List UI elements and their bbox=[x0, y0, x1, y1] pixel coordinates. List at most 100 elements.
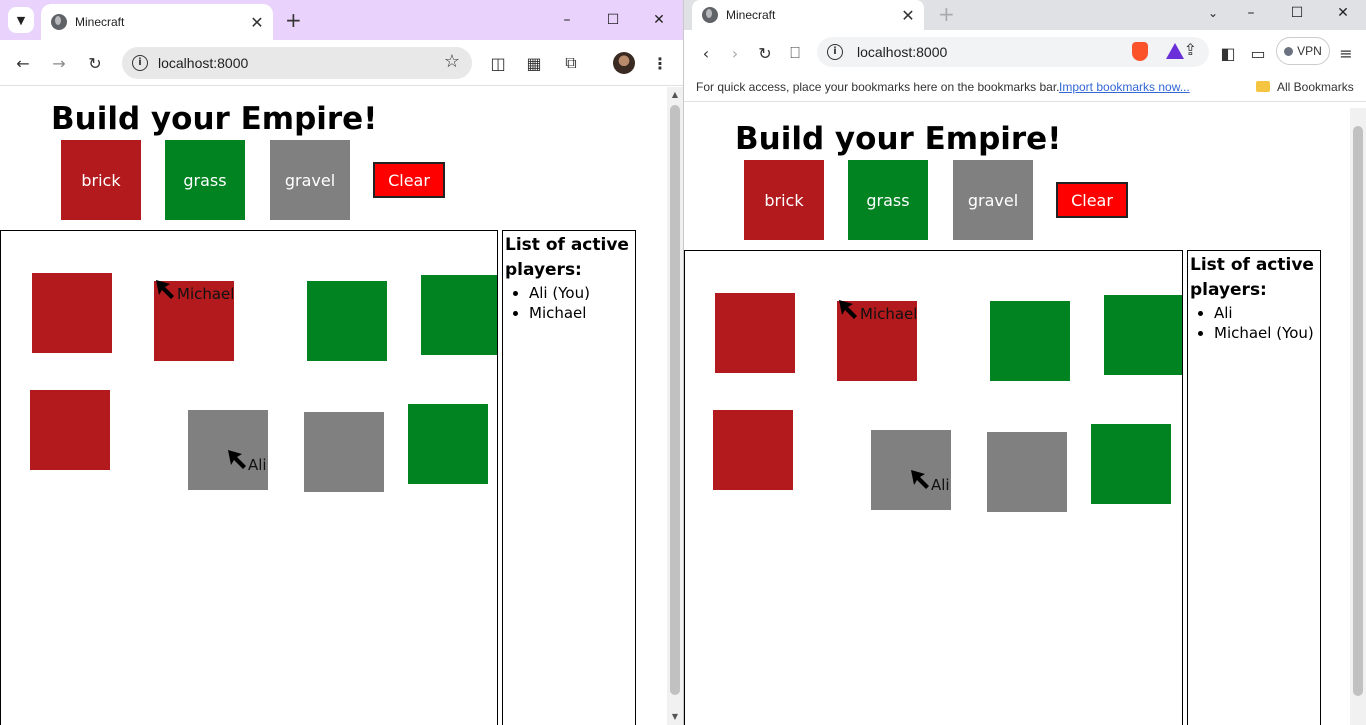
browser-tab[interactable]: Minecraft ✕ bbox=[41, 4, 273, 40]
close-tab-icon[interactable]: ✕ bbox=[898, 6, 918, 25]
grass-button[interactable]: grass bbox=[848, 160, 928, 240]
folder-icon bbox=[1256, 81, 1270, 92]
bookmarks-bar: For quick access, place your bookmarks h… bbox=[684, 74, 1366, 102]
grass-button[interactable]: grass bbox=[165, 140, 245, 220]
qr-code-icon[interactable]: ▦ bbox=[523, 52, 545, 74]
build-canvas[interactable]: Michael Ali bbox=[684, 250, 1183, 725]
players-title: List of active players: bbox=[1190, 255, 1314, 300]
close-window-button[interactable]: ✕ bbox=[636, 0, 682, 40]
reading-mode-icon[interactable]: ◫ bbox=[487, 52, 509, 74]
browser-toolbar: ‹ › ↻ ⎕ i localhost:8000 ⇪ ◧ ▭ VPN ≡ bbox=[684, 30, 1366, 74]
tab-title: Minecraft bbox=[726, 8, 776, 22]
right-browser-window: Minecraft ✕ + ⌄ – ☐ ✕ ‹ › ↻ ⎕ i localhos… bbox=[683, 0, 1366, 725]
gravel-block[interactable] bbox=[987, 432, 1067, 512]
close-window-button[interactable]: ✕ bbox=[1320, 0, 1366, 26]
grass-block[interactable] bbox=[421, 275, 497, 355]
vertical-scrollbar[interactable]: ▲ ▼ bbox=[667, 87, 683, 725]
brick-block[interactable] bbox=[713, 410, 793, 490]
list-item: Michael bbox=[529, 303, 633, 323]
gravel-block[interactable] bbox=[304, 412, 384, 492]
left-browser-window: ▼ Minecraft ✕ + – ☐ ✕ ← → ↻ i localhost:… bbox=[0, 0, 683, 725]
cursor-arrow-icon bbox=[228, 450, 246, 469]
tab-strip: ▼ Minecraft ✕ + – ☐ ✕ bbox=[0, 0, 683, 40]
cursor-arrow-icon bbox=[839, 300, 857, 319]
browser-toolbar: ← → ↻ i localhost:8000 ☆ ◫ ▦ ⧉ ⋮ bbox=[0, 40, 683, 86]
ali-cursor-label: Ali bbox=[248, 456, 267, 474]
players-title: List of active players: bbox=[505, 235, 629, 280]
reload-icon[interactable]: ↻ bbox=[84, 52, 106, 74]
new-tab-icon[interactable]: + bbox=[938, 2, 955, 26]
active-players-panel: List of active players: Ali Michael (You… bbox=[1187, 250, 1321, 725]
grass-block[interactable] bbox=[1091, 424, 1171, 504]
menu-icon[interactable]: ≡ bbox=[1335, 42, 1357, 64]
players-list: Ali (You) Michael bbox=[529, 283, 633, 323]
back-icon[interactable]: ← bbox=[12, 52, 34, 74]
import-bookmarks-link[interactable]: Import bookmarks now... bbox=[1059, 80, 1190, 94]
list-item: Michael (You) bbox=[1214, 323, 1318, 343]
tab-title: Minecraft bbox=[75, 15, 125, 29]
build-canvas[interactable]: Michael Ali bbox=[0, 230, 498, 725]
reload-icon[interactable]: ↻ bbox=[754, 42, 776, 64]
forward-icon[interactable]: › bbox=[724, 42, 746, 64]
bookmark-star-icon[interactable]: ☆ bbox=[444, 51, 460, 72]
brave-shields-icon[interactable] bbox=[1132, 42, 1148, 61]
page-title: Build your Empire! bbox=[51, 101, 378, 137]
site-info-icon[interactable]: i bbox=[827, 44, 843, 60]
scroll-down-icon[interactable]: ▼ bbox=[667, 709, 683, 725]
players-list: Ali Michael (You) bbox=[1214, 303, 1318, 343]
minimize-button[interactable]: – bbox=[1228, 0, 1274, 26]
forward-icon[interactable]: → bbox=[48, 52, 70, 74]
page-content: Build your Empire! brick grass gravel Cl… bbox=[0, 87, 666, 725]
vpn-label: VPN bbox=[1297, 44, 1322, 58]
back-icon[interactable]: ‹ bbox=[695, 42, 717, 64]
menu-icon[interactable]: ⋮ bbox=[649, 52, 671, 74]
profile-avatar[interactable] bbox=[613, 52, 635, 74]
scroll-up-icon[interactable]: ▲ bbox=[667, 87, 683, 103]
gravel-button[interactable]: gravel bbox=[953, 160, 1033, 240]
brick-button[interactable]: brick bbox=[61, 140, 141, 220]
clear-button[interactable]: Clear bbox=[1056, 182, 1128, 218]
list-item: Ali bbox=[1214, 303, 1318, 323]
page-content: Build your Empire! brick grass gravel Cl… bbox=[684, 107, 1350, 725]
url-text: localhost:8000 bbox=[158, 55, 249, 71]
tab-search-icon[interactable]: ▼ bbox=[8, 7, 34, 33]
scroll-thumb[interactable] bbox=[670, 105, 680, 695]
bookmark-icon[interactable]: ⎕ bbox=[784, 42, 806, 64]
address-bar[interactable]: i localhost:8000 ☆ bbox=[122, 47, 472, 79]
all-bookmarks-button[interactable]: All Bookmarks bbox=[1277, 80, 1354, 94]
globe-icon bbox=[702, 7, 718, 23]
vpn-button[interactable]: VPN bbox=[1276, 37, 1330, 65]
tab-strip: Minecraft ✕ + ⌄ – ☐ ✕ bbox=[684, 0, 1366, 30]
scroll-thumb[interactable] bbox=[1353, 126, 1363, 696]
vertical-scrollbar[interactable] bbox=[1350, 108, 1366, 725]
grass-block[interactable] bbox=[408, 404, 488, 484]
extensions-icon[interactable]: ⧉ bbox=[560, 52, 582, 74]
ali-cursor-label: Ali bbox=[931, 476, 950, 494]
gravel-button[interactable]: gravel bbox=[270, 140, 350, 220]
site-info-icon[interactable]: i bbox=[132, 55, 148, 71]
address-bar[interactable]: i localhost:8000 ⇪ bbox=[817, 37, 1209, 67]
grass-block[interactable] bbox=[1104, 295, 1182, 375]
brick-block[interactable] bbox=[30, 390, 110, 470]
wallet-icon[interactable]: ▭ bbox=[1247, 42, 1269, 64]
globe-icon bbox=[51, 14, 67, 30]
clear-button[interactable]: Clear bbox=[373, 162, 445, 198]
vpn-status-icon bbox=[1284, 46, 1294, 56]
bookmarks-hint: For quick access, place your bookmarks h… bbox=[696, 80, 1060, 94]
grass-block[interactable] bbox=[307, 281, 387, 361]
sidebar-icon[interactable]: ◧ bbox=[1217, 42, 1239, 64]
maximize-button[interactable]: ☐ bbox=[1274, 0, 1320, 26]
grass-block[interactable] bbox=[990, 301, 1070, 381]
page-title: Build your Empire! bbox=[735, 121, 1062, 157]
brave-rewards-icon[interactable] bbox=[1166, 43, 1184, 59]
new-tab-icon[interactable]: + bbox=[285, 8, 302, 32]
brick-block[interactable] bbox=[32, 273, 112, 353]
browser-tab[interactable]: Minecraft ✕ bbox=[692, 0, 924, 30]
minimize-button[interactable]: – bbox=[544, 0, 590, 40]
brick-block[interactable] bbox=[715, 293, 795, 373]
share-icon[interactable]: ⇪ bbox=[1184, 40, 1197, 59]
brick-button[interactable]: brick bbox=[744, 160, 824, 240]
maximize-button[interactable]: ☐ bbox=[590, 0, 636, 40]
michael-cursor-label: Michael bbox=[177, 285, 235, 303]
close-tab-icon[interactable]: ✕ bbox=[247, 13, 267, 32]
